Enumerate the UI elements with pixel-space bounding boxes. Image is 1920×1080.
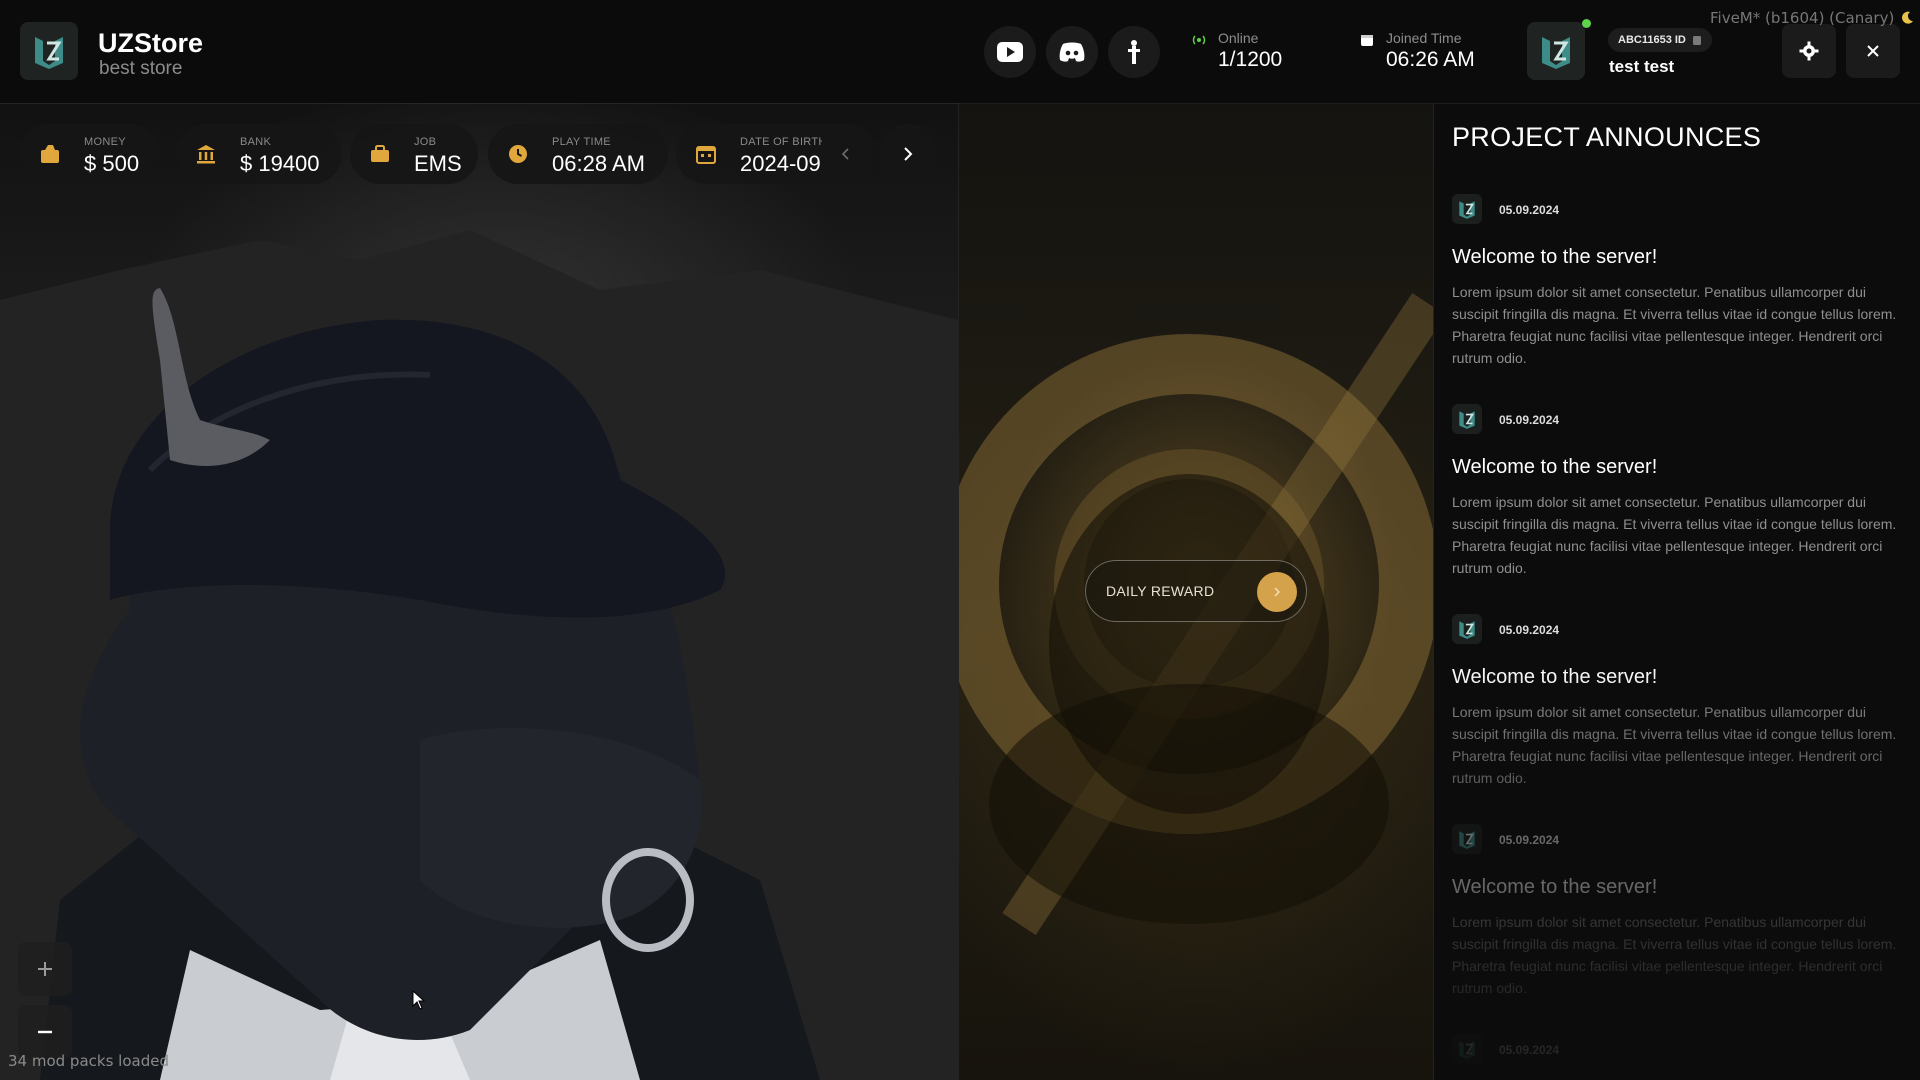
calendar-icon	[1361, 35, 1373, 46]
uz-logo-icon	[1459, 831, 1475, 849]
joined-value: 06:26 AM	[1386, 48, 1475, 71]
announcements-panel: PROJECT ANNOUNCES 05.09.2024 Welcome to …	[1434, 104, 1920, 1080]
moon-icon	[1902, 11, 1914, 24]
announcement-logo	[1452, 614, 1482, 644]
announcements-title: PROJECT ANNOUNCES	[1452, 122, 1762, 152]
uz-logo-icon	[1542, 37, 1570, 69]
announcement-body: Lorem ipsum dolor sit amet consectetur. …	[1452, 914, 1897, 996]
bank-icon	[197, 145, 215, 164]
stats-next-button[interactable]	[878, 124, 938, 184]
signal-icon	[1192, 35, 1206, 45]
announcement-date: 05.09.2024	[1499, 833, 1560, 847]
joined-time: Joined Time 06:26 AM	[1360, 30, 1475, 72]
copy-icon	[1692, 35, 1701, 45]
joined-label: Joined Time	[1386, 30, 1462, 46]
playtime-value: 06:28 AM	[552, 151, 645, 176]
wallet-icon	[41, 145, 59, 163]
discord-button[interactable]	[1046, 26, 1098, 78]
plus-icon	[38, 962, 52, 976]
app-root: UZStore best store Online 1/1200 Joined …	[0, 0, 1920, 1080]
daily-reward-label: DAILY REWARD	[1106, 583, 1215, 599]
daily-reward-button[interactable]: DAILY REWARD	[1085, 560, 1307, 622]
announcement-body: Lorem ipsum dolor sit amet consectetur. …	[1452, 494, 1897, 576]
bank-pill: BANK $ 19400	[176, 124, 342, 184]
announcement-date: 05.09.2024	[1499, 203, 1560, 217]
user-name: test test	[1609, 57, 1675, 76]
online-label: Online	[1218, 30, 1259, 46]
mod-packs-status: 34 mod packs loaded	[8, 1052, 169, 1070]
online-indicator	[1582, 19, 1591, 28]
chevron-left-icon[interactable]	[842, 148, 850, 160]
clock-icon	[509, 145, 527, 163]
announcement-heading: Welcome to the server!	[1452, 666, 1658, 688]
youtube-button[interactable]	[984, 26, 1036, 78]
money-label: MONEY	[84, 136, 126, 148]
uz-logo-icon	[35, 37, 63, 69]
player-id: ABC11653 ID	[1618, 34, 1686, 46]
uz-logo-icon	[1459, 1041, 1475, 1059]
job-value: EMS	[414, 151, 462, 176]
dob-label: DATE OF BIRTH	[740, 136, 822, 148]
announcement-date: 05.09.2024	[1499, 1043, 1560, 1057]
tiktok-button[interactable]	[1108, 26, 1160, 78]
announcement-logo	[1452, 1034, 1482, 1064]
youtube-icon	[997, 42, 1023, 62]
job-pill: JOB EMS	[350, 124, 478, 184]
calendar-icon	[696, 146, 716, 164]
daily-reward-go	[1257, 572, 1297, 612]
close-button[interactable]	[1846, 24, 1900, 78]
mouse-cursor-icon	[412, 990, 426, 1010]
announcement-item[interactable]: 05.09.2024 Welcome to the server! Lorem …	[1452, 614, 1912, 789]
uz-logo-icon	[1459, 621, 1475, 639]
minus-icon	[38, 1030, 52, 1034]
announcement-date: 05.09.2024	[1499, 623, 1560, 637]
playtime-pill: PLAY TIME 06:28 AM	[488, 124, 668, 184]
fivem-version-label: FiveM* (b1604) (Canary)	[1710, 9, 1914, 27]
announcement-logo	[1452, 824, 1482, 854]
character-preview	[0, 230, 958, 1080]
playtime-label: PLAY TIME	[552, 136, 611, 148]
bank-value: $ 19400	[240, 151, 320, 176]
brand-subtitle: best store	[99, 58, 183, 79]
dob-pill: DATE OF BIRTH 2024-09	[676, 124, 876, 184]
announcement-body: Lorem ipsum dolor sit amet consectetur. …	[1452, 704, 1897, 786]
announcement-item[interactable]: 05.09.2024 Welcome to the server! Lorem …	[1452, 194, 1912, 369]
bank-label: BANK	[240, 136, 272, 148]
announcement-heading: Welcome to the server!	[1452, 246, 1658, 268]
announcement-item[interactable]: 05.09.2024	[1452, 1034, 1912, 1066]
discord-icon	[1059, 42, 1085, 62]
gear-icon	[1799, 41, 1819, 61]
briefcase-icon	[371, 145, 389, 162]
job-label: JOB	[414, 136, 437, 148]
divider	[958, 0, 959, 1080]
player-id-badge[interactable]: ABC11653 ID	[1608, 28, 1712, 52]
money-value: $ 500	[84, 151, 140, 176]
announcement-heading: Welcome to the server!	[1452, 456, 1658, 478]
uz-logo-icon	[1459, 411, 1475, 429]
announcement-heading: Welcome to the server!	[1452, 876, 1658, 898]
top-bar: UZStore best store Online 1/1200 Joined …	[0, 0, 1920, 103]
chevron-right-icon	[904, 147, 913, 161]
announcement-date: 05.09.2024	[1499, 413, 1560, 427]
announcement-body: Lorem ipsum dolor sit amet consectetur. …	[1452, 284, 1897, 366]
online-status: Online 1/1200	[1192, 30, 1282, 72]
announcement-item[interactable]: 05.09.2024 Welcome to the server! Lorem …	[1452, 404, 1912, 579]
settings-button[interactable]	[1782, 24, 1836, 78]
dob-value: 2024-09	[740, 151, 821, 176]
arrow-right-icon	[1274, 587, 1280, 597]
brand-title: UZStore	[98, 28, 204, 58]
announcement-logo	[1452, 404, 1482, 434]
announcement-logo	[1452, 194, 1482, 224]
online-value: 1/1200	[1218, 48, 1283, 71]
tiktok-icon	[1128, 40, 1140, 64]
announcement-item[interactable]: 05.09.2024 Welcome to the server! Lorem …	[1452, 824, 1912, 999]
uz-logo-icon	[1459, 201, 1475, 219]
zoom-in-button[interactable]	[18, 942, 72, 996]
fivem-text: FiveM* (b1604) (Canary)	[1710, 9, 1895, 27]
close-icon	[1867, 45, 1879, 57]
money-pill: MONEY $ 500	[20, 124, 160, 184]
avatar[interactable]	[1527, 22, 1585, 80]
zoom-out-button[interactable]	[18, 1005, 72, 1059]
brand-logo	[20, 22, 78, 80]
